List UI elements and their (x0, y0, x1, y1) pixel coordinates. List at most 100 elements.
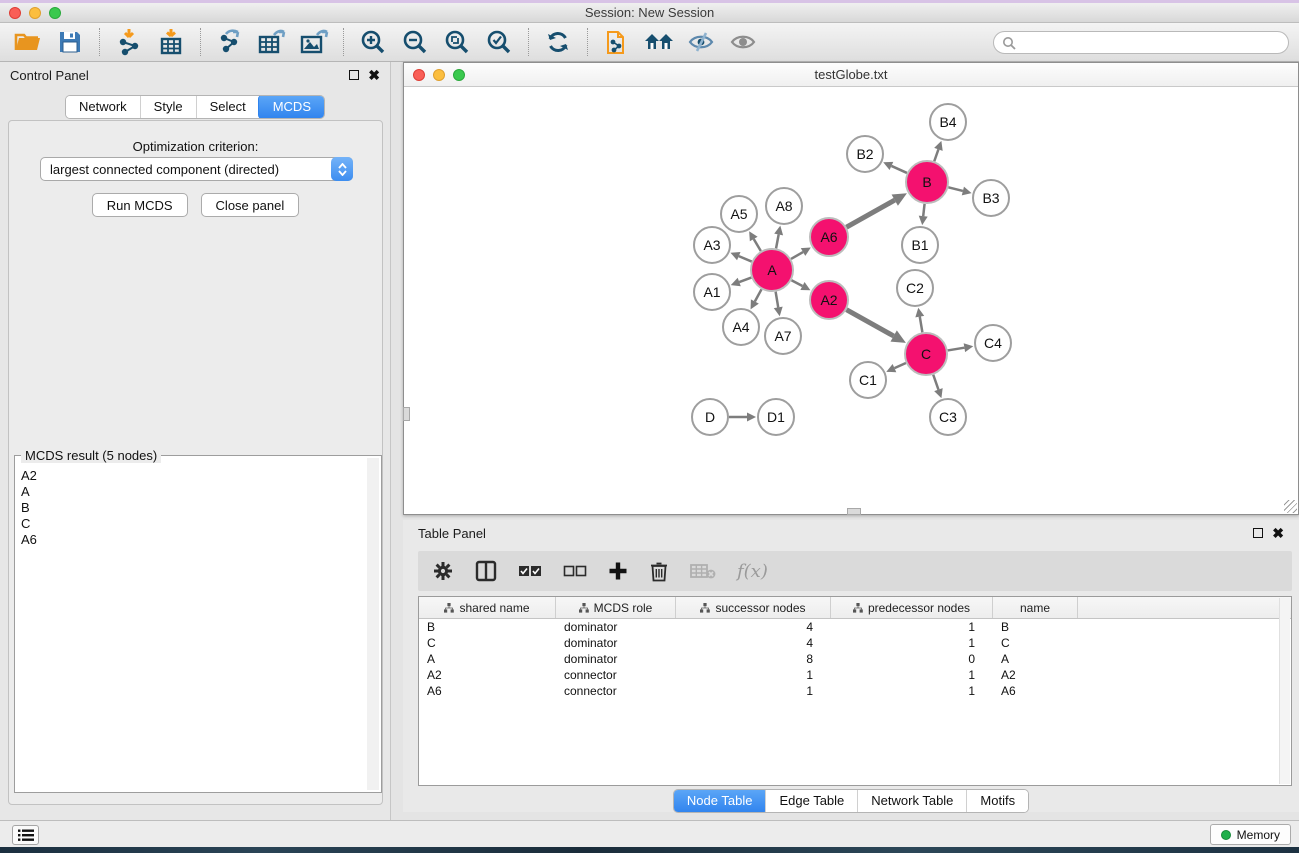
network-canvas[interactable]: A5A8A6A3AA1A2A4A7B2B4BB3B1C2CC4C1C3DD1 (404, 87, 1298, 514)
export-network-button[interactable] (212, 26, 248, 58)
graph-edge-A-A7[interactable] (776, 292, 779, 308)
mcds-result-item[interactable]: B (21, 500, 367, 516)
import-table-button[interactable] (153, 26, 189, 58)
memory-status-icon (1221, 830, 1231, 840)
hide-panels-button[interactable] (683, 26, 719, 58)
network-window-titlebar[interactable]: testGlobe.txt (404, 63, 1298, 87)
node-label-A7: A7 (774, 328, 791, 344)
float-table-panel-icon[interactable] (1253, 528, 1263, 538)
export-table-icon (257, 28, 287, 56)
zoom-in-button[interactable] (355, 26, 391, 58)
network-view-window[interactable]: testGlobe.txt A5A8A6A3AA1A2A4A7B2B4BB3B1… (403, 62, 1299, 515)
refresh-button[interactable] (540, 26, 576, 58)
table-cell: dominator (556, 620, 676, 634)
edge-arrowhead (774, 226, 783, 236)
export-image-button[interactable] (296, 26, 332, 58)
tab-motifs[interactable]: Motifs (966, 790, 1028, 812)
close-panel-button[interactable]: Close panel (201, 193, 300, 217)
zoom-out-button[interactable] (397, 26, 433, 58)
left-splitter-stub[interactable] (403, 407, 410, 421)
graph-edge-B-B2[interactable] (891, 166, 907, 173)
column-header-name[interactable]: name (993, 597, 1078, 618)
table-cell: C (419, 636, 556, 650)
table-row[interactable]: Cdominator41C (419, 635, 1291, 651)
column-header-MCDS-role[interactable]: MCDS role (556, 597, 676, 618)
birdseye-button[interactable] (641, 26, 677, 58)
mcds-result-item[interactable]: A6 (21, 532, 367, 548)
delete-table-button[interactable] (690, 562, 716, 580)
graph-edge-C-C1[interactable] (894, 363, 905, 368)
mcds-result-list[interactable]: A2ABCA6 (17, 468, 367, 790)
mcds-result-item[interactable]: C (21, 516, 367, 532)
criterion-dropdown[interactable]: largest connected component (directed) (40, 157, 353, 181)
bottom-splitter-stub[interactable] (847, 508, 861, 515)
graph-edge-B-B1[interactable] (923, 204, 924, 216)
close-panel-icon[interactable]: ✖ (368, 70, 380, 80)
float-panel-icon[interactable] (349, 70, 359, 80)
graph-edge-A2-C[interactable] (846, 310, 893, 336)
tab-node-table[interactable]: Node Table (673, 789, 767, 813)
table-cell: A6 (419, 684, 556, 698)
memory-button[interactable]: Memory (1210, 824, 1291, 845)
trash-icon (649, 560, 669, 582)
add-column-button[interactable] (608, 561, 628, 581)
tab-mcds[interactable]: MCDS (258, 95, 325, 119)
tab-network-table[interactable]: Network Table (857, 790, 966, 812)
table-row[interactable]: A6connector11A6 (419, 683, 1291, 699)
deselect-all-columns-button[interactable] (563, 564, 587, 578)
graph-edge-A-A2[interactable] (791, 280, 802, 286)
tab-network[interactable]: Network (66, 96, 140, 118)
task-history-button[interactable] (12, 825, 39, 845)
close-table-panel-icon[interactable]: ✖ (1272, 528, 1284, 538)
graph-edge-A-A3[interactable] (739, 256, 752, 261)
graph-edge-C-C4[interactable] (948, 348, 965, 351)
export-table-button[interactable] (254, 26, 290, 58)
control-panel-tabs: NetworkStyleSelectMCDS (65, 95, 325, 119)
mcds-result-item[interactable]: A2 (21, 468, 367, 484)
graph-edge-A-A4[interactable] (755, 289, 762, 301)
network-from-file-button[interactable] (599, 26, 635, 58)
tab-style[interactable]: Style (140, 96, 196, 118)
column-header-shared-name[interactable]: shared name (419, 597, 556, 618)
graph-edge-A6-B[interactable] (846, 200, 894, 227)
import-table-icon (158, 28, 184, 56)
graph-edge-B-B4[interactable] (934, 149, 938, 161)
open-session-button[interactable] (10, 26, 46, 58)
graph-edge-A-A1[interactable] (739, 278, 751, 282)
column-header-successor-nodes[interactable]: successor nodes (676, 597, 831, 618)
zoom-fit-button[interactable] (439, 26, 475, 58)
column-layout-button[interactable] (475, 560, 497, 582)
function-builder-button[interactable]: f(x) (737, 561, 768, 582)
graph-edge-C-C3[interactable] (933, 375, 938, 390)
graph-edge-A-A5[interactable] (754, 239, 761, 251)
search-field[interactable] (993, 31, 1289, 54)
search-icon (1002, 36, 1016, 50)
import-network-button[interactable] (111, 26, 147, 58)
tab-edge-table[interactable]: Edge Table (765, 790, 857, 812)
delete-column-button[interactable] (649, 560, 669, 582)
tab-select[interactable]: Select (196, 96, 259, 118)
resize-grip[interactable] (1284, 500, 1297, 513)
show-panels-button[interactable] (725, 26, 761, 58)
column-header-predecessor-nodes[interactable]: predecessor nodes (831, 597, 993, 618)
table-scrollbar[interactable] (1279, 598, 1290, 784)
save-session-button[interactable] (52, 26, 88, 58)
table-row[interactable]: Adominator80A (419, 651, 1291, 667)
table-settings-button[interactable] (432, 560, 454, 582)
main-titlebar[interactable]: Session: New Session (0, 3, 1299, 23)
table-row[interactable]: Bdominator41B (419, 619, 1291, 635)
zoom-selected-button[interactable] (481, 26, 517, 58)
graph-edge-A-A8[interactable] (776, 235, 779, 249)
run-mcds-button[interactable]: Run MCDS (92, 193, 188, 217)
mcds-result-item[interactable]: A (21, 484, 367, 500)
graph-edge-A-A6[interactable] (791, 252, 803, 259)
graph-edge-B-B3[interactable] (948, 187, 963, 191)
select-all-columns-button[interactable] (518, 564, 542, 578)
network-graph[interactable]: A5A8A6A3AA1A2A4A7B2B4BB3B1C2CC4C1C3DD1 (404, 87, 1298, 514)
table-row[interactable]: A2connector11A2 (419, 667, 1291, 683)
search-input[interactable] (1016, 32, 1288, 53)
node-table[interactable]: shared nameMCDS rolesuccessor nodesprede… (418, 596, 1292, 786)
graph-edge-C-C2[interactable] (920, 317, 923, 333)
result-scrollbar[interactable] (367, 458, 379, 790)
table-cell: A2 (419, 668, 556, 682)
